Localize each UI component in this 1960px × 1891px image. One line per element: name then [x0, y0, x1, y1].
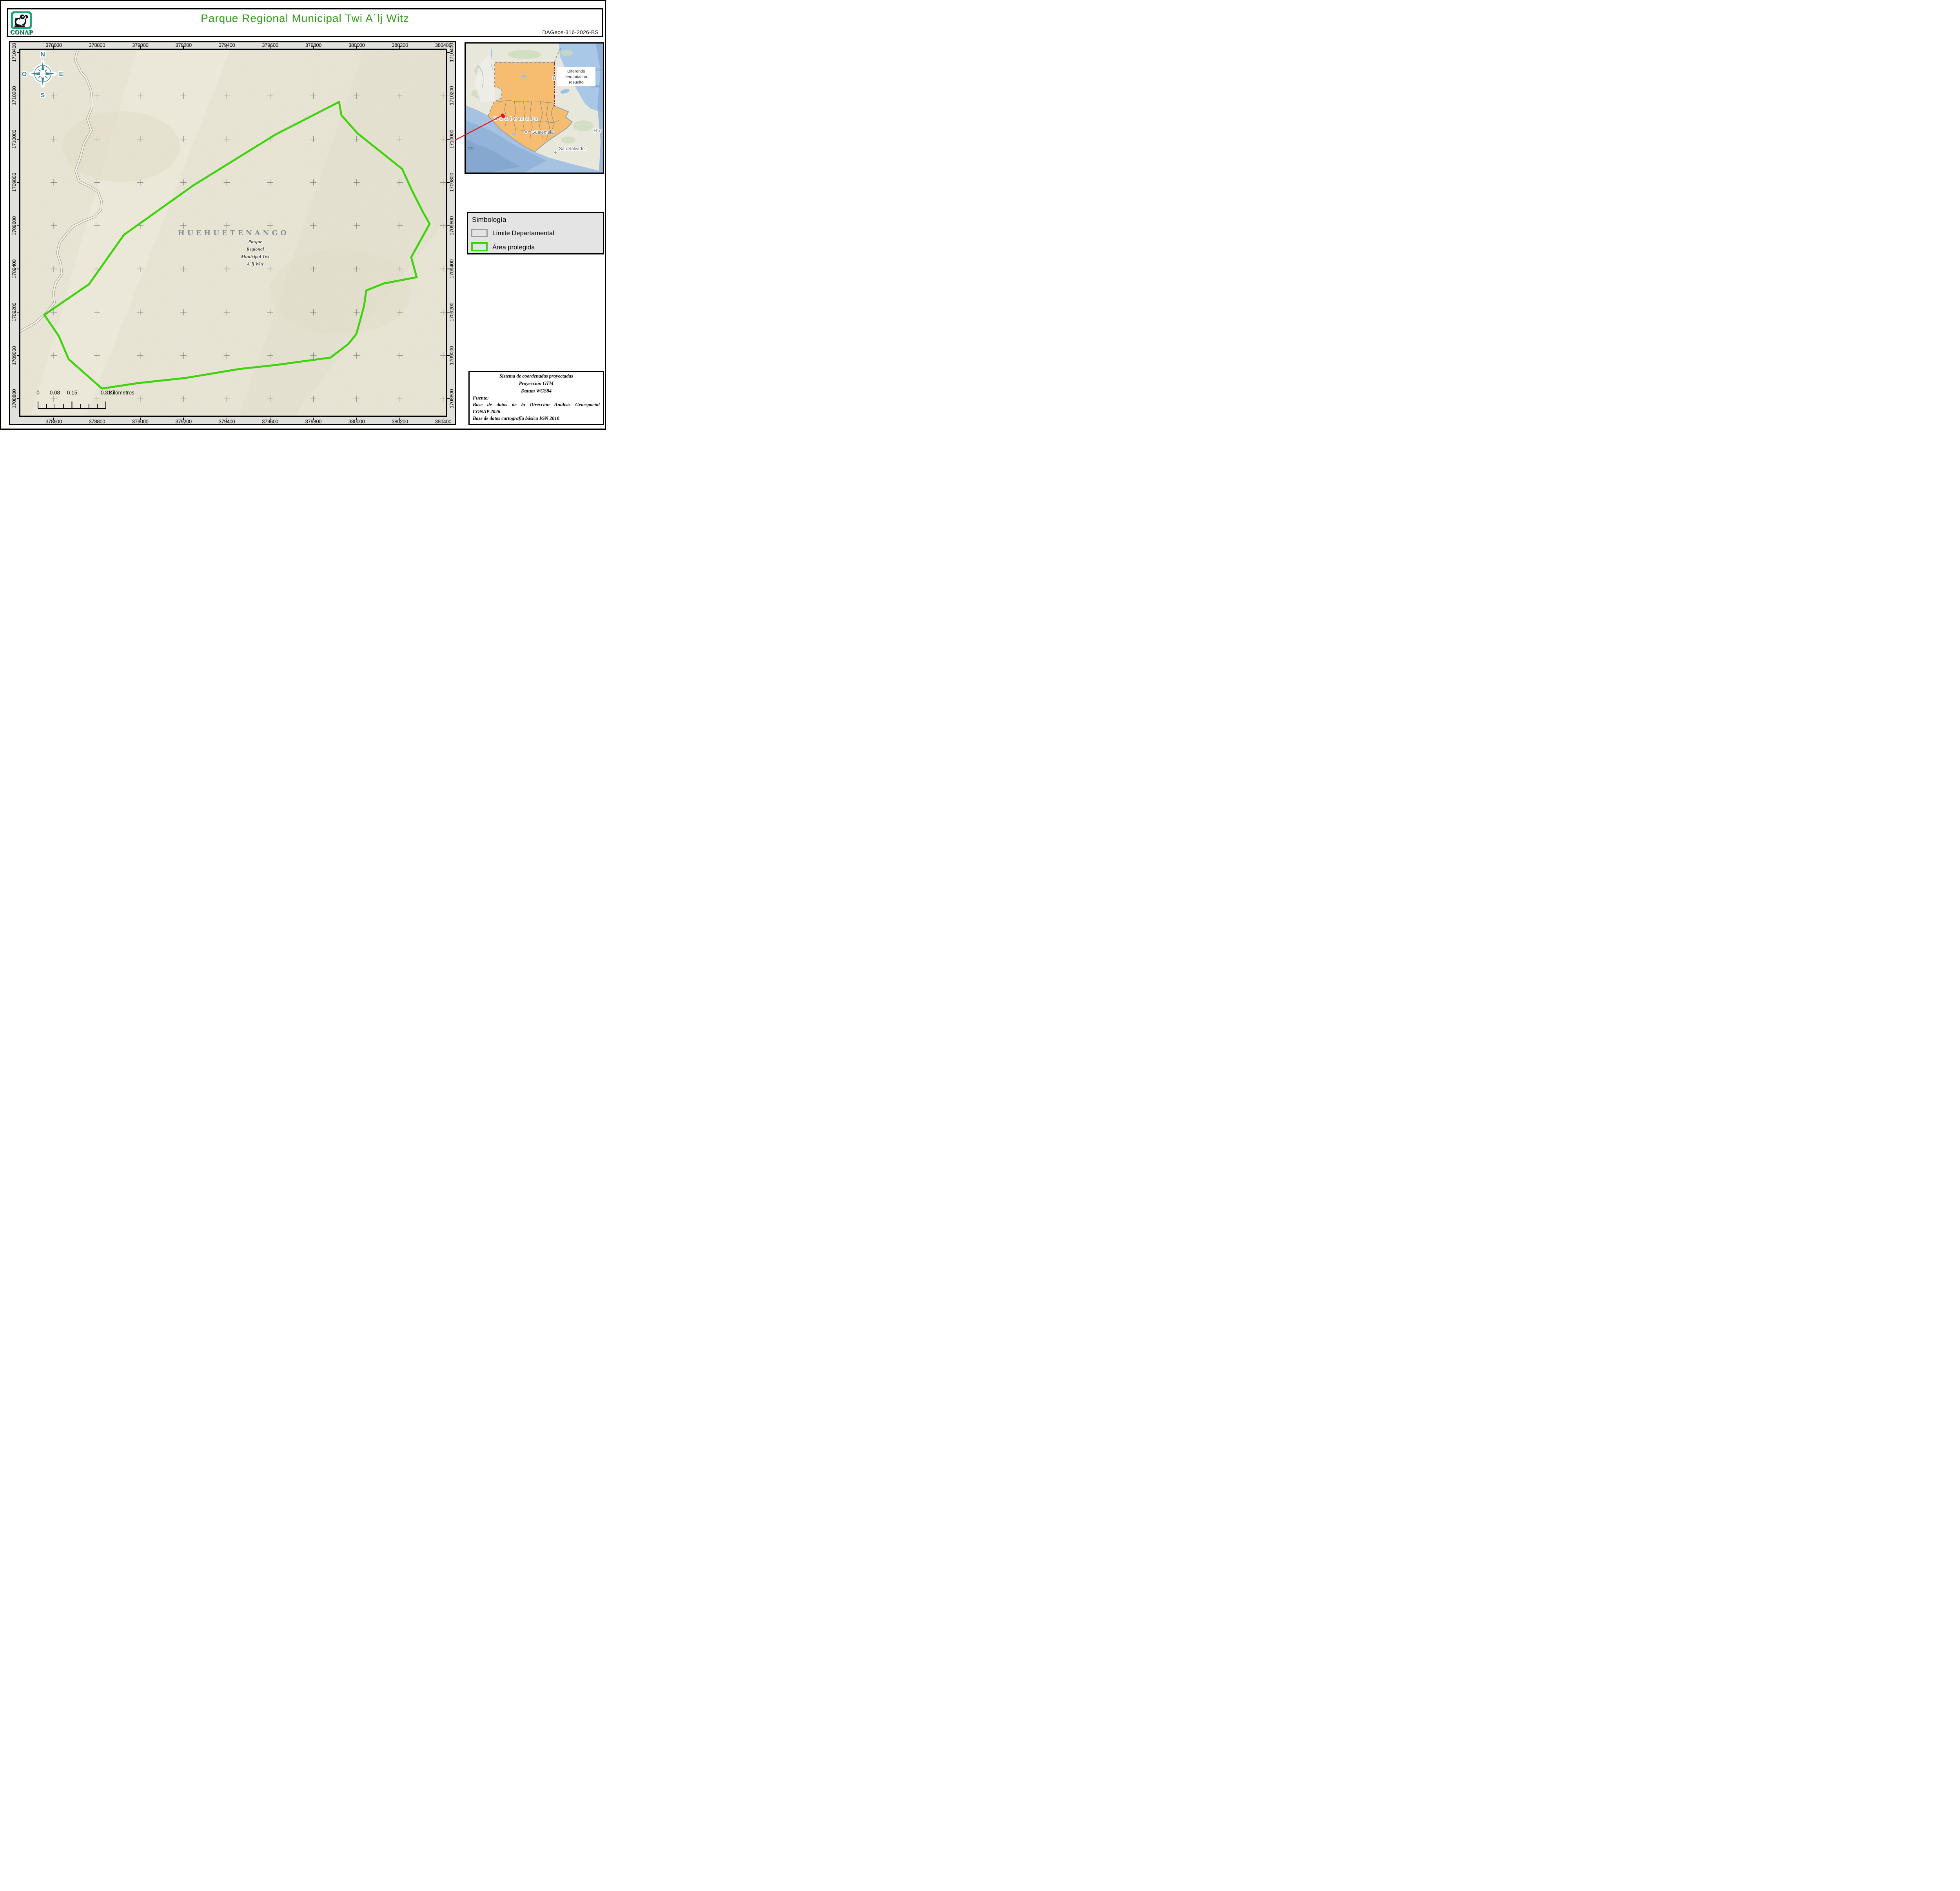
park-label-line: Regional	[246, 246, 264, 252]
scalebar-ruler	[38, 401, 106, 409]
info-line: Base de datos cartografía básica IGN 201…	[473, 416, 559, 421]
info-line: CONAP 2026	[473, 409, 501, 414]
scalebar-unit: Kilómetros	[109, 390, 134, 396]
grid-tick	[399, 418, 400, 420]
coordinate-system-info-box: Sistema de coordenadas proyectadas Proye…	[468, 371, 604, 425]
sheet-code: DAGeos-316-2026-BS	[542, 29, 599, 35]
grid-tick	[183, 46, 184, 49]
grid-tick	[447, 139, 450, 140]
grid-tick	[17, 398, 19, 399]
grid-tick	[447, 52, 450, 53]
scalebar-label: 0	[36, 390, 40, 396]
scalebar-label: 0.15	[67, 390, 78, 396]
compass-east-label: E	[59, 71, 63, 78]
grid-tick	[356, 418, 357, 420]
grid-tick	[183, 418, 184, 420]
legend-item-label: Área protegida	[492, 244, 535, 251]
legend-title: Simbología	[472, 216, 506, 223]
map-canvas: N S E O HUEHUETENANGO Parque Regional Mu…	[19, 49, 447, 417]
grid-tick	[17, 182, 19, 183]
grid-tick	[443, 46, 444, 49]
legend-item-label: Límite Departamental	[492, 230, 554, 237]
compass-west-label: O	[22, 71, 27, 78]
grid-tick	[313, 418, 314, 420]
info-line: Datum WGS84	[521, 388, 552, 394]
inset-locator-map: B Guatemala Guatemala San Salvador Ho Gu…	[465, 42, 604, 174]
grid-tick	[140, 46, 141, 49]
header-box: CONAP Parque Regional Municipal Twi A´lj…	[7, 8, 603, 37]
grid-tick	[140, 418, 141, 420]
y-coordinate-label-left: 1710200	[11, 86, 17, 105]
inset-drawing: B Guatemala Guatemala San Salvador Ho Gu…	[466, 44, 603, 173]
map-document-page: CONAP Parque Regional Municipal Twi A´lj…	[0, 0, 606, 430]
y-coordinate-label-left: 1709400	[11, 259, 17, 279]
park-label-line: A´lj Witz	[247, 261, 264, 267]
y-coordinate-label-left: 1709200	[11, 303, 17, 322]
grid-tick	[96, 418, 98, 420]
grid-tick	[17, 225, 19, 226]
y-coordinate-label-left: 1710400	[11, 43, 17, 62]
compass-north-label: N	[40, 51, 45, 58]
protected-area-swatch	[471, 242, 488, 251]
grid-tick	[53, 418, 54, 420]
grid-tick	[17, 355, 19, 356]
info-line: Proyección GTM	[519, 381, 554, 386]
grid-tick	[447, 355, 450, 356]
y-coordinate-label-left: 1709000	[11, 346, 17, 365]
park-name-label: Parque Regional Municipal Twi A´lj Witz	[241, 238, 270, 268]
grid-tick	[17, 312, 19, 313]
info-line: Sistema de coordenadas proyectadas	[499, 373, 573, 379]
legend-box: Simbología Límite Departamental Área pro…	[467, 212, 604, 254]
grid-tick	[17, 52, 19, 53]
conap-logo-text: CONAP	[10, 29, 33, 36]
y-coordinate-label-left: 1708800	[11, 389, 17, 409]
info-line: Fuente:	[473, 395, 489, 401]
department-label: HUEHUETENANGO	[178, 229, 289, 237]
y-coordinate-label-left: 1710000	[11, 129, 17, 149]
scalebar-label: 0.08	[49, 390, 60, 396]
scale-bar: 0 0.08 0.15 0.31 Kilómetros	[35, 390, 164, 410]
grid-tick	[447, 398, 450, 399]
inset-texture	[466, 44, 603, 173]
departmental-limit-swatch	[471, 229, 488, 237]
y-coordinate-label-left: 1709800	[11, 173, 17, 192]
grid-tick	[443, 418, 444, 420]
grid-tick	[447, 225, 450, 226]
grid-tick	[447, 312, 450, 313]
grid-tick	[447, 182, 450, 183]
page-title: Parque Regional Municipal Twi A´lj Witz	[201, 12, 409, 24]
y-coordinate-label-left: 1709600	[11, 216, 17, 235]
grid-tick	[53, 46, 54, 49]
grid-tick	[17, 139, 19, 140]
map-frame: N S E O HUEHUETENANGO Parque Regional Mu…	[9, 41, 456, 425]
compass-south-label: S	[41, 92, 45, 99]
grid-tick	[96, 46, 98, 49]
info-line: Base de datos de la Dirección Análisis G…	[473, 402, 600, 407]
grid-tick	[356, 46, 357, 49]
compass-rose: N S E O	[22, 51, 63, 99]
grid-tick	[399, 46, 400, 49]
grid-tick	[313, 46, 314, 49]
park-label-line: Parque	[248, 239, 262, 244]
park-label-line: Municipal Twi	[241, 254, 270, 259]
